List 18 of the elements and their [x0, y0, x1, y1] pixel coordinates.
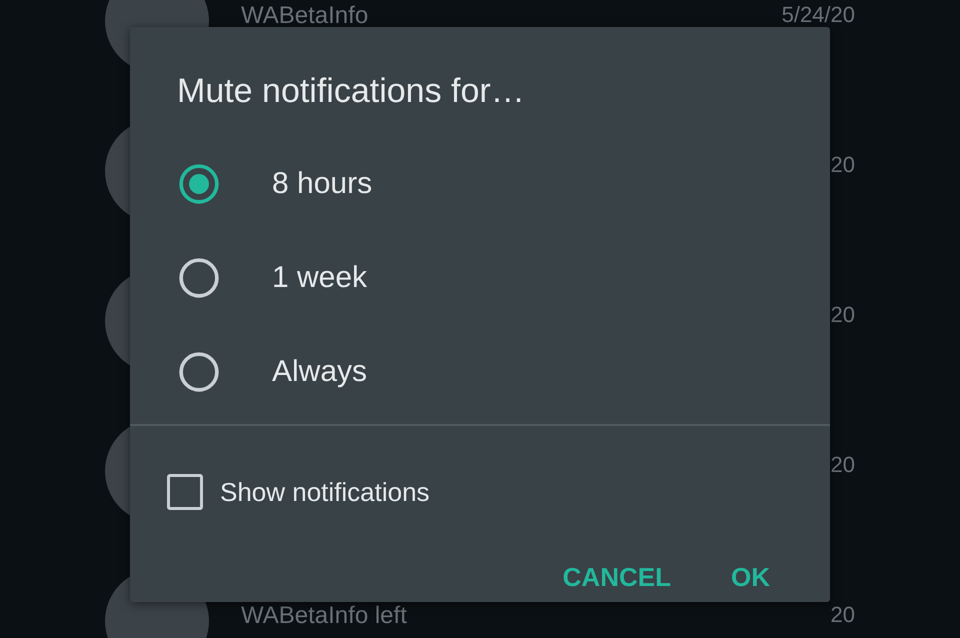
chat-date: 20	[830, 302, 855, 328]
chat-date: 20	[830, 152, 855, 178]
chat-date: 20	[830, 602, 855, 628]
option-label: Always	[272, 355, 368, 389]
chat-date: 5/24/20	[782, 2, 855, 28]
radio-button[interactable]	[178, 257, 220, 299]
option-label: 8 hours	[272, 167, 372, 201]
option-label: 1 week	[272, 261, 368, 295]
chat-name: WABetaInfo left	[241, 602, 407, 629]
chat-name: WABetaInfo	[241, 2, 368, 29]
radio-button[interactable]	[178, 163, 220, 205]
dialog-button[interactable]: OK	[721, 554, 780, 601]
dialog-title: Mute notifications for…	[176, 71, 526, 112]
radio-button[interactable]	[178, 351, 220, 393]
chat-date: 20	[830, 452, 855, 478]
checkbox[interactable]	[167, 474, 203, 510]
dialog-button[interactable]: CANCEL	[552, 554, 681, 601]
checkbox-label: Show notifications	[220, 476, 430, 508]
